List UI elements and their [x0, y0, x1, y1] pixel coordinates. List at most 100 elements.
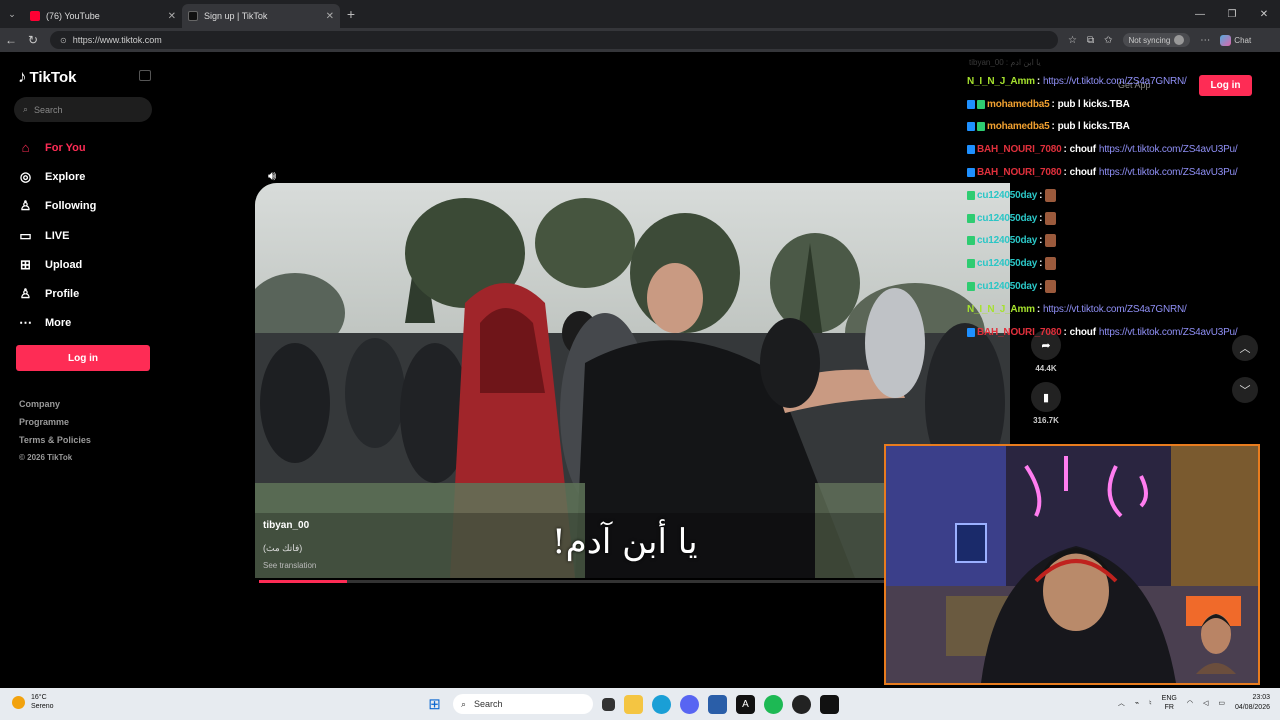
extensions-icon[interactable]: ⧉	[1087, 35, 1094, 46]
reload-icon[interactable]: ↻	[22, 33, 44, 47]
mic-icon[interactable]: ♮	[1149, 699, 1152, 707]
taskbar-clock[interactable]: 23:03 04/08/2026	[1235, 693, 1270, 713]
battery-icon[interactable]: ▭	[1218, 699, 1225, 707]
collapse-sidebar-icon[interactable]	[139, 70, 151, 81]
chat-message: cu124050day:	[967, 275, 1280, 298]
chat-separator: :	[1063, 144, 1067, 156]
sidebar-item-more[interactable]: ⋯ More	[18, 309, 96, 338]
clock-time: 23:03	[1252, 694, 1270, 701]
see-translation-link[interactable]: See translation	[263, 561, 316, 570]
sidebar-footer: Company Programme Terms & Policies © 202…	[19, 399, 91, 471]
chat-separator: :	[1039, 258, 1043, 270]
sidebar-item-explore[interactable]: ◎ Explore	[18, 162, 96, 191]
discord-icon[interactable]	[680, 694, 699, 714]
footer-link-company[interactable]: Company	[19, 399, 91, 417]
chat-link[interactable]: https://vt.tiktok.com/ZS4avU3Pu/	[1099, 167, 1238, 178]
back-icon[interactable]: ←	[0, 33, 22, 47]
language-indicator[interactable]: ENG FR	[1162, 694, 1177, 712]
sidebar-item-live[interactable]: ▭ LIVE	[18, 221, 96, 250]
chat-message: BAH_NOURI_7080: chouf https://vt.tiktok.co…	[967, 161, 1280, 184]
share-count: 44.4K	[1035, 364, 1057, 373]
chat-username: N_I_N_J_Amm	[967, 303, 1035, 315]
chat-username: N_I_N_J_Amm	[967, 75, 1035, 87]
lang-secondary: FR	[1164, 704, 1174, 711]
nav-label: Following	[45, 200, 97, 213]
wifi-icon[interactable]: ◠	[1187, 699, 1193, 707]
chat-badge-icon	[967, 236, 975, 246]
video-progress-bar[interactable]	[259, 580, 884, 583]
volume-tray-icon[interactable]: ◁	[1203, 699, 1208, 707]
sidebar-nav: ⌂ For You ◎ Explore ♙ Following ▭ LIVE ⊞…	[18, 133, 96, 338]
bookmark-count: 316.7K	[1033, 416, 1059, 425]
compass-icon: ◎	[19, 168, 32, 184]
window-controls: — ❐ ✕	[1184, 0, 1280, 28]
favorites-icon[interactable]: ✩	[1104, 35, 1112, 46]
taskbar-search[interactable]: ⌕ Search	[453, 694, 593, 714]
close-tab-icon[interactable]: ✕	[326, 11, 334, 22]
address-bar-row: ← ↻ ⊙ https://www.tiktok.com ☆ ⧉ ✩ Not s…	[0, 28, 1280, 52]
network-icon[interactable]: ⌁	[1135, 699, 1139, 707]
chat-link[interactable]: https://vt.tiktok.com/ZS4a7GNRN/	[1043, 304, 1187, 315]
sidebar-item-profile[interactable]: ♙ Profile	[18, 279, 96, 308]
windows-start-icon[interactable]: ⊞	[425, 695, 444, 714]
chat-link[interactable]: https://vt.tiktok.com/ZS4avU3Pu/	[1099, 327, 1238, 338]
search-input[interactable]: ⌕ Search	[14, 97, 152, 122]
sidebar-login-button[interactable]: Log in	[16, 345, 150, 371]
chat-separator: :	[1039, 212, 1043, 224]
menu-dots-icon[interactable]: ⋯	[1200, 35, 1210, 46]
tab-list-chevron-icon[interactable]: ⌄	[0, 0, 24, 28]
search-placeholder: Search	[34, 104, 63, 115]
footer-link-terms[interactable]: Terms & Policies	[19, 435, 91, 453]
app-game-icon[interactable]	[820, 694, 839, 714]
close-tab-icon[interactable]: ✕	[168, 11, 176, 22]
sidebar-item-upload[interactable]: ⊞ Upload	[18, 250, 96, 279]
chat-separator: :	[1051, 121, 1055, 133]
file-explorer-icon[interactable]	[624, 694, 643, 714]
close-window-icon[interactable]: ✕	[1248, 0, 1280, 28]
weather-widget[interactable]: 16°C Sereno	[12, 693, 54, 711]
nav-label: Explore	[45, 170, 86, 183]
obs-icon[interactable]	[792, 694, 811, 714]
tab-youtube[interactable]: (76) YouTube ✕	[24, 4, 182, 28]
nav-label: Profile	[45, 288, 80, 301]
chat-badge-icon	[967, 213, 975, 223]
chat-text: chouf	[1069, 167, 1096, 179]
maximize-icon[interactable]: ❐	[1216, 0, 1248, 28]
chat-badge-icon	[977, 99, 985, 109]
edge-icon[interactable]	[652, 694, 671, 714]
task-view-icon[interactable]	[602, 697, 615, 711]
tab-tiktok[interactable]: Sign up | TikTok ✕	[182, 4, 340, 28]
chat-message: BAH_NOURI_7080: chouf https://vt.tiktok.co…	[967, 138, 1280, 161]
tray-chevron-icon[interactable]: ︿	[1118, 698, 1125, 708]
chat-badge-icon	[967, 168, 975, 178]
chat-link[interactable]: https://vt.tiktok.com/ZS4a7GNRN/	[1043, 76, 1187, 87]
new-tab-button[interactable]: +	[340, 6, 362, 22]
volume-icon[interactable]: 🔊︎	[268, 168, 276, 184]
tab-title: Sign up | TikTok	[204, 11, 268, 21]
chat-link[interactable]: https://vt.tiktok.com/ZS4avU3Pu/	[1099, 144, 1238, 155]
sidebar-item-for-you[interactable]: ⌂ For You	[18, 133, 96, 162]
youtube-favicon-icon	[30, 11, 40, 21]
copilot-chat-button[interactable]: Chat	[1220, 34, 1251, 46]
spotify-icon[interactable]	[764, 694, 783, 714]
chat-emote-icon	[1045, 211, 1057, 225]
video-author[interactable]: tibyan_00	[263, 520, 309, 531]
chat-message: cu124050day:	[967, 252, 1280, 275]
tiktok-logo[interactable]: ♪ TikTok	[18, 67, 76, 87]
sync-label: Not syncing	[1128, 35, 1171, 45]
sidebar-item-following[interactable]: ♙ Following	[18, 192, 97, 221]
url-field[interactable]: ⊙ https://www.tiktok.com	[50, 31, 1058, 49]
minimize-icon[interactable]: —	[1184, 0, 1216, 28]
footer-link-programme[interactable]: Programme	[19, 417, 91, 435]
chat-username: mohamedba5	[987, 121, 1050, 133]
bookmark-action[interactable]: ▮ 316.7K	[1028, 382, 1064, 425]
chat-separator: :	[1039, 189, 1043, 201]
next-video-button[interactable]: ﹀	[1232, 377, 1258, 403]
favorite-star-icon[interactable]: ☆	[1068, 35, 1077, 46]
site-info-icon[interactable]: ⊙	[60, 36, 67, 45]
store-icon[interactable]	[708, 694, 727, 714]
app-a-icon[interactable]: A	[736, 694, 755, 714]
sync-button[interactable]: Not syncing	[1122, 33, 1191, 47]
chat-message: N_I_N_J_Amm: https://vt.tiktok.com/ZS4a7G…	[967, 70, 1280, 93]
chat-text: chouf	[1069, 326, 1096, 338]
